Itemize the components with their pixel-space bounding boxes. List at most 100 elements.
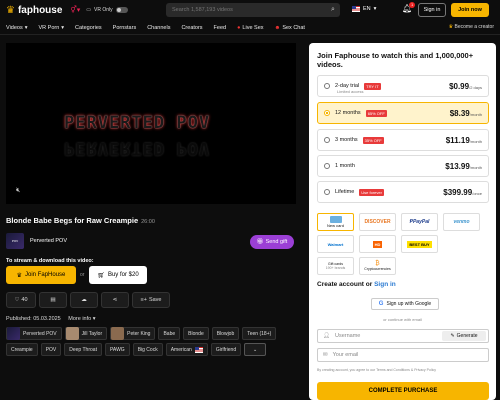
plan-radio[interactable] bbox=[324, 137, 330, 143]
video-actions: ♡ 40 ▤ ☁ ⋖ ≡+ Save bbox=[6, 292, 170, 308]
plan-price: $8.39/month bbox=[450, 109, 482, 118]
channel-info[interactable]: POV Perverted POV bbox=[6, 233, 67, 249]
like-button[interactable]: ♡ 40 bbox=[6, 292, 36, 308]
faphouse-logo[interactable]: ♛ faphouse bbox=[6, 5, 62, 16]
save-button[interactable]: ≡+ Save bbox=[132, 292, 170, 308]
vr-only-toggle[interactable]: ▭ VR Only bbox=[86, 7, 128, 13]
buy-video-button[interactable]: 🛒︎ Buy for $20 bbox=[89, 266, 147, 284]
search-icon[interactable]: ⌕ bbox=[326, 6, 340, 14]
plan-badge: 65% OFF bbox=[365, 109, 387, 117]
tag-label: Peter King bbox=[127, 330, 151, 337]
plan-badge: TRY IT bbox=[364, 82, 381, 90]
search-input[interactable] bbox=[166, 7, 326, 13]
send-gift-button[interactable]: 🎁︎ Send gift bbox=[250, 235, 294, 249]
live-dot-icon: ● bbox=[237, 24, 241, 31]
nav-sex-chat[interactable]: ☻ Sex Chat bbox=[275, 25, 305, 31]
tag-deep-throat[interactable]: Deep Throat bbox=[64, 343, 102, 356]
tag-big-cock[interactable]: Big Cock bbox=[132, 343, 163, 356]
payment-sub: 190+ brands bbox=[325, 266, 346, 270]
plan-radio[interactable] bbox=[324, 189, 330, 195]
payment-best-buy[interactable]: BEST BUY bbox=[401, 235, 438, 253]
nav-videos[interactable]: Videos ▾ bbox=[6, 25, 27, 31]
become-creator-link[interactable]: ♛ Become a creator bbox=[449, 24, 494, 30]
tag-jill-taylor[interactable]: Jill Taylor bbox=[64, 327, 108, 340]
plan-2-day-trial[interactable]: 2-day trial TRY IT Limited access $0.99/… bbox=[317, 75, 489, 97]
plan-radio[interactable] bbox=[324, 163, 330, 169]
plan-radio[interactable] bbox=[324, 110, 330, 116]
payment-label: PayPal bbox=[412, 219, 430, 225]
crown-icon: ♛ bbox=[6, 4, 15, 16]
tag-creampie[interactable]: Creampie bbox=[6, 343, 38, 356]
tag-pawg[interactable]: PAWG bbox=[104, 343, 130, 356]
sign-in-button[interactable]: Sign in bbox=[418, 3, 446, 17]
complete-purchase-button[interactable]: COMPLETE PURCHASE bbox=[317, 382, 489, 400]
tag-pov[interactable]: POV bbox=[40, 343, 62, 356]
mute-icon[interactable]: 🔇︎ bbox=[16, 187, 20, 195]
nav-pornstars[interactable]: Pornstars bbox=[113, 25, 137, 31]
nav-feed[interactable]: Feed bbox=[214, 25, 227, 31]
email-field[interactable]: ✉ Your email bbox=[317, 348, 489, 362]
vr-only-switch[interactable] bbox=[115, 7, 128, 13]
username-field[interactable]: 👤︎ Username ✎ Generate bbox=[317, 329, 489, 343]
continue-email-label: or continue with email bbox=[383, 317, 422, 322]
channel-avatar[interactable]: POV bbox=[6, 233, 24, 249]
plan-lifetime[interactable]: Lifetime Use forever $399.99/once bbox=[317, 181, 489, 203]
payment-crypto[interactable]: ₿ Cryptocurrencies bbox=[359, 257, 396, 275]
nav-videos-label: Videos bbox=[6, 24, 23, 31]
plan-radio[interactable] bbox=[324, 83, 330, 89]
vr-only-label: VR Only bbox=[94, 7, 113, 13]
tag-blowjob[interactable]: Blowjob bbox=[211, 327, 240, 340]
more-info-link[interactable]: More info ▾ bbox=[68, 316, 95, 322]
payment-label: Cryptocurrencies bbox=[364, 267, 391, 271]
download-button[interactable]: ☁ bbox=[70, 292, 98, 308]
payment-new-card[interactable]: New card bbox=[317, 213, 354, 231]
nav-channels[interactable]: Channels bbox=[147, 25, 170, 31]
google-signup-label: Sign up with Google bbox=[386, 301, 432, 307]
plan-price-value: $0.99 bbox=[449, 82, 470, 91]
payment-gift-cards[interactable]: Gift cards 190+ brands bbox=[317, 257, 354, 275]
heart-icon: ♡ bbox=[14, 297, 20, 303]
tag-babe[interactable]: Babe bbox=[158, 327, 181, 340]
payment-home-depot[interactable]: HD bbox=[359, 235, 396, 253]
generate-username-button[interactable]: ✎ Generate bbox=[442, 331, 486, 341]
plan-price: $399.99/once bbox=[443, 188, 482, 197]
payment-paypal[interactable]: Ᵽ PayPal bbox=[401, 213, 438, 231]
email-placeholder: Your email bbox=[332, 352, 359, 358]
video-player[interactable]: PERVERTED POV PERVERTED POV 🔇︎ bbox=[6, 43, 296, 204]
chevron-down-icon: ⌄ bbox=[253, 346, 258, 353]
comments-button[interactable]: ▤ bbox=[39, 292, 67, 308]
plan-price: $0.99/2 days bbox=[449, 82, 482, 91]
nav-sex-chat-label: Sex Chat bbox=[282, 24, 305, 31]
join-faphouse-button[interactable]: ♛ Join FapHouse bbox=[6, 266, 76, 284]
nav-creators[interactable]: Creators bbox=[181, 25, 202, 31]
nav-vr-porn-label: VR Porn bbox=[38, 24, 60, 31]
tag-teen[interactable]: Teen (18+) bbox=[242, 327, 277, 340]
nav-categories[interactable]: Categories bbox=[75, 25, 102, 31]
payment-discover[interactable]: DISCOVER bbox=[359, 213, 396, 231]
plan-price-value: $8.39 bbox=[449, 109, 470, 118]
tag-american[interactable]: American bbox=[165, 343, 208, 356]
pride-filter-icon[interactable]: ⚥▾ bbox=[70, 6, 80, 14]
join-now-button[interactable]: Join now bbox=[451, 3, 489, 17]
share-button[interactable]: ⋖ bbox=[101, 292, 129, 308]
plan-1-month[interactable]: 1 month $13.99/month bbox=[317, 155, 489, 177]
sign-in-link[interactable]: Sign in bbox=[374, 281, 396, 288]
tag-peter-king[interactable]: Peter King bbox=[110, 327, 156, 340]
nav-vr-porn[interactable]: VR Porn ▾ bbox=[38, 25, 64, 31]
nav-live-sex[interactable]: ● Live Sex bbox=[237, 25, 263, 31]
payment-venmo[interactable]: venmo bbox=[443, 213, 480, 231]
language-selector[interactable]: EN ▾ bbox=[352, 6, 376, 12]
plan-3-months[interactable]: 3 months 35% OFF $11.19/month bbox=[317, 129, 489, 151]
published-date: Published: 05.03.2025 bbox=[6, 316, 61, 322]
tag-blonde[interactable]: Blonde bbox=[183, 327, 209, 340]
notification-bell-icon[interactable]: 🔔︎ 1 bbox=[402, 2, 416, 13]
language-label: EN bbox=[363, 6, 371, 12]
google-signup-button[interactable]: G Sign up with Google bbox=[371, 298, 439, 310]
payment-walmart[interactable]: Walmart bbox=[317, 235, 354, 253]
expand-tags-button[interactable]: ⌄ bbox=[244, 343, 267, 356]
tag-girlfriend[interactable]: Girlfriend bbox=[210, 343, 242, 356]
plan-12-months[interactable]: 12 months 65% OFF $8.39/month bbox=[317, 102, 489, 124]
tag-perverted-pov[interactable]: Perverted POV bbox=[6, 327, 62, 340]
or-word: or bbox=[365, 281, 373, 288]
channel-name[interactable]: Perverted POV bbox=[30, 238, 67, 244]
